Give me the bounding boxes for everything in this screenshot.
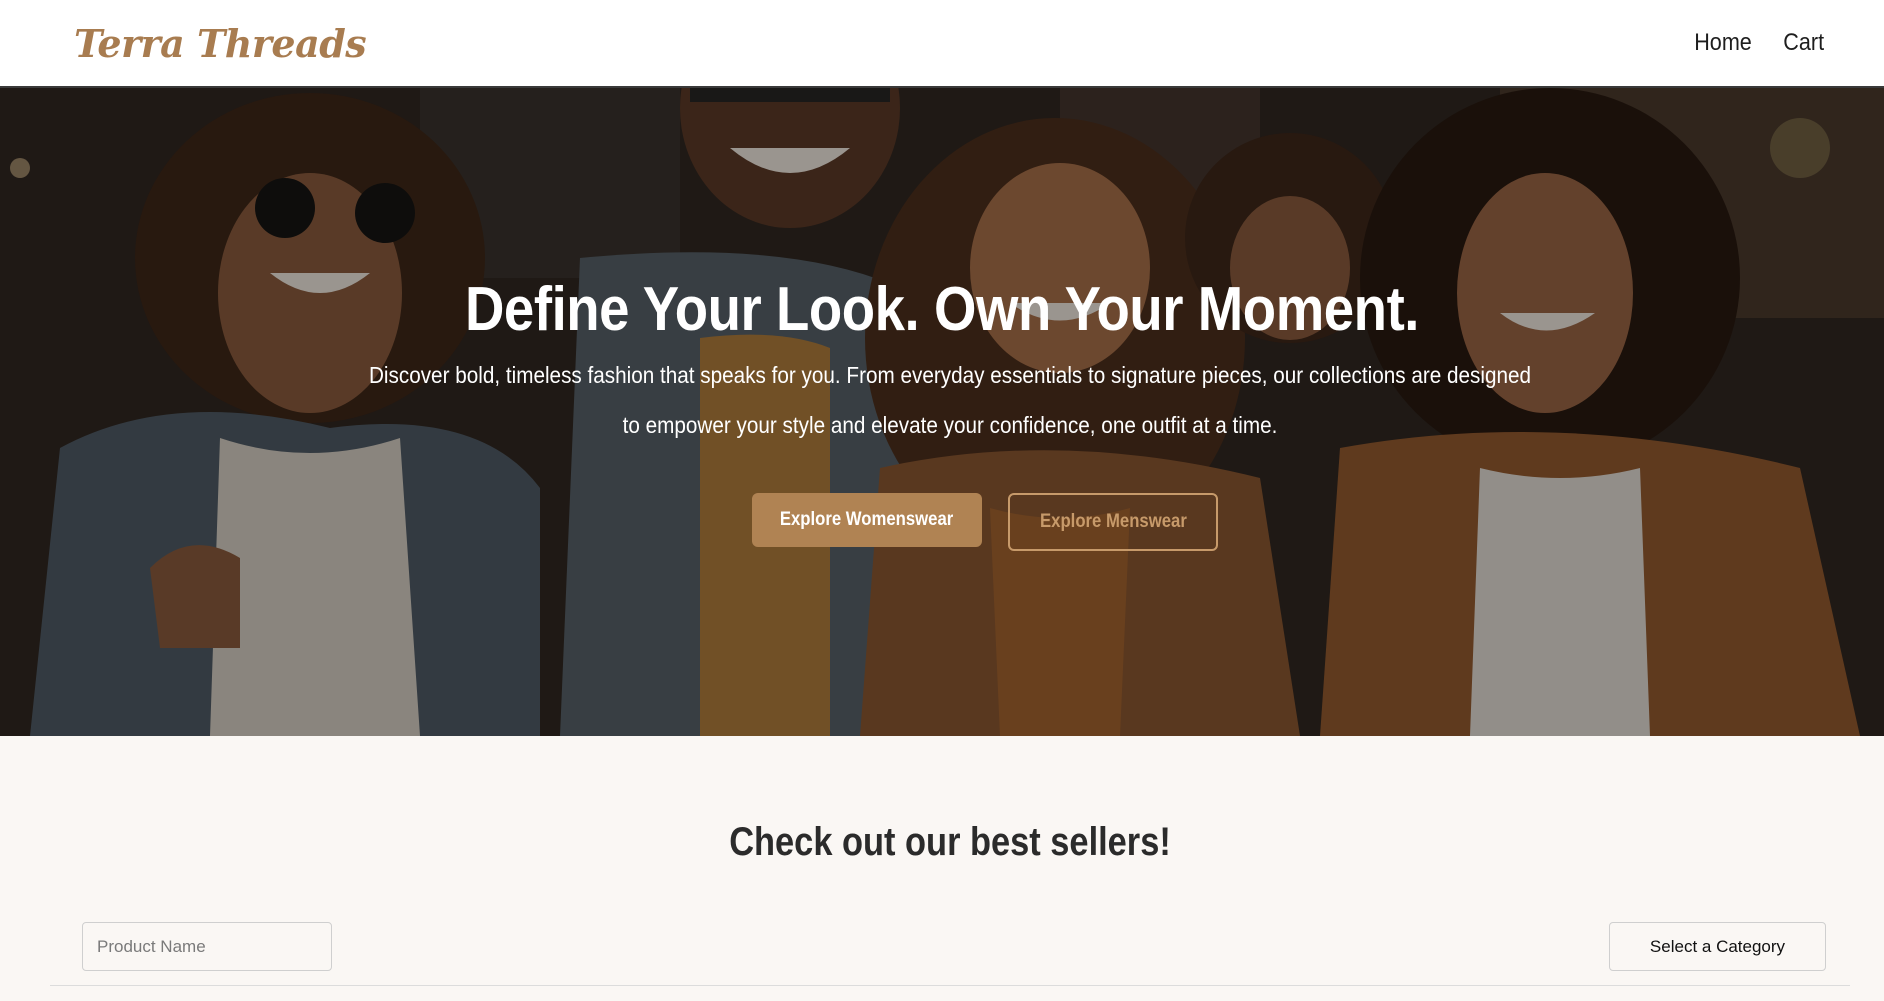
hero-cta-group: Explore Womenswear Explore Menswear xyxy=(0,493,1884,551)
category-select[interactable]: Select a Category xyxy=(1609,922,1826,971)
main-nav: Home Cart xyxy=(1691,29,1826,57)
hero-title: Define Your Look. Own Your Moment. xyxy=(464,275,1420,344)
explore-menswear-button[interactable]: Explore Menswear xyxy=(1008,493,1218,551)
hero-banner: Define Your Look. Own Your Moment. Disco… xyxy=(0,88,1884,736)
bestsellers-heading: Check out our best sellers! xyxy=(729,820,1171,864)
nav-home-link[interactable]: Home xyxy=(1694,29,1752,57)
hero-subtitle: Discover bold, timeless fashion that spe… xyxy=(368,362,1532,438)
explore-menswear-label: Explore Menswear xyxy=(1039,511,1187,532)
section-divider xyxy=(50,985,1850,986)
brand-logo[interactable]: Terra Threads xyxy=(74,21,367,66)
explore-womenswear-label: Explore Womenswear xyxy=(780,509,954,530)
product-name-search-input[interactable] xyxy=(82,922,332,971)
hero-content: Define Your Look. Own Your Moment. Disco… xyxy=(0,88,1884,736)
site-header: Terra Threads Home Cart xyxy=(0,0,1884,88)
nav-cart-link[interactable]: Cart xyxy=(1783,29,1824,57)
explore-womenswear-button[interactable]: Explore Womenswear xyxy=(752,493,982,547)
